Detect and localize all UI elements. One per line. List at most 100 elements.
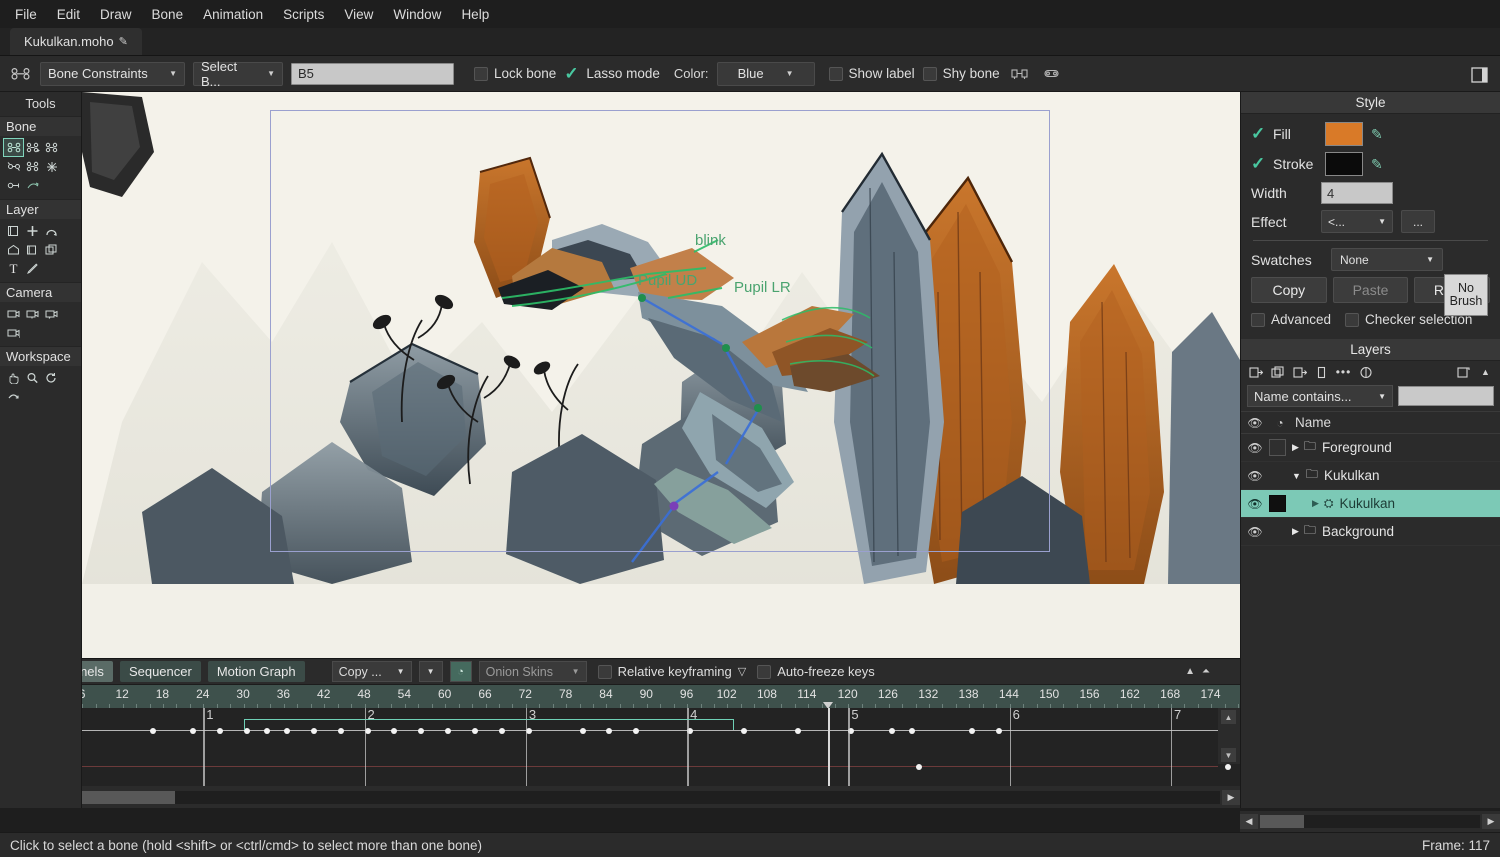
offset-bone-icon[interactable] xyxy=(42,158,61,175)
duplicate-layer-icon[interactable] xyxy=(1269,364,1286,380)
bone-constraints-combo[interactable]: Bone Constraints ▼ xyxy=(40,62,185,86)
text-icon[interactable]: T xyxy=(4,260,23,277)
bone-flexi-icon[interactable] xyxy=(1008,63,1032,85)
menu-item-bone[interactable]: Bone xyxy=(143,3,193,26)
stroke-checkbox[interactable]: ✓ Stroke xyxy=(1251,156,1317,172)
orbit-icon[interactable] xyxy=(4,388,23,405)
keyframe-marker[interactable] xyxy=(916,764,922,770)
pan-hand-icon[interactable] xyxy=(4,369,23,386)
rotate-icon[interactable] xyxy=(42,369,61,386)
delete-layer-icon[interactable] xyxy=(1313,364,1330,380)
scroll-up-icon[interactable]: ▲ xyxy=(1221,710,1236,724)
swatches-combo[interactable]: None ▼ xyxy=(1331,248,1443,271)
add-bone-icon[interactable] xyxy=(23,139,42,156)
layer-row-background-3[interactable]: 👁▶🗀Background xyxy=(1241,518,1500,546)
layers-scrollbar-thumb[interactable] xyxy=(1260,815,1304,828)
collapse-up-icon[interactable]: ▲ xyxy=(1185,666,1195,677)
layers-scrollbar[interactable] xyxy=(1260,815,1480,828)
collapse-icon[interactable]: ▲ xyxy=(1477,364,1494,380)
interpolation-icon[interactable]: ◔ xyxy=(450,661,472,682)
menu-item-view[interactable]: View xyxy=(335,3,382,26)
copy-button[interactable]: Copy xyxy=(1251,277,1327,303)
layers-scroll-left-icon[interactable]: ◀ xyxy=(1240,814,1258,829)
channel-track-area[interactable]: 01234567 xyxy=(50,708,1218,786)
bone-link-icon[interactable] xyxy=(1040,63,1064,85)
relative-keyframing-checkbox[interactable]: Relative keyframing ▽ xyxy=(598,664,747,679)
timeline-ruler[interactable]: ⤢ 06121824303642485460667278849096102108… xyxy=(0,685,1240,708)
layer-visibility-icon[interactable]: 👁 xyxy=(1241,441,1269,455)
layer-search-input[interactable] xyxy=(1398,386,1494,406)
scroll-right-icon[interactable]: ▶ xyxy=(1222,790,1240,805)
stroke-color-swatch[interactable] xyxy=(1325,152,1363,176)
keyframe-marker[interactable] xyxy=(996,728,1002,734)
reparent-bone-icon[interactable] xyxy=(42,139,61,156)
chevron-right-icon[interactable]: ▶ xyxy=(1292,442,1299,453)
menu-item-window[interactable]: Window xyxy=(384,3,450,26)
selected-keyframe-range[interactable] xyxy=(244,719,735,730)
effect-more-button[interactable]: ... xyxy=(1401,210,1435,233)
paste-button[interactable]: Paste xyxy=(1333,277,1409,303)
no-brush-button[interactable]: No Brush xyxy=(1444,274,1488,316)
eyedropper-icon[interactable]: ✎ xyxy=(1371,156,1383,173)
timeline-playhead[interactable] xyxy=(828,708,830,786)
layer-scale-icon[interactable] xyxy=(23,241,42,258)
bind-layer-icon[interactable] xyxy=(4,177,23,194)
keyframe-marker[interactable] xyxy=(741,728,747,734)
keyframe-marker[interactable] xyxy=(190,728,196,734)
onion-skins-combo[interactable]: Onion Skins ▼ xyxy=(479,661,587,682)
freehand-icon[interactable] xyxy=(23,260,42,277)
relative-key-icon[interactable]: ▽ xyxy=(738,665,746,678)
document-tab-kukulkan[interactable]: Kukulkan.moho ✎ xyxy=(10,28,142,55)
advanced-checkbox[interactable]: Advanced xyxy=(1251,312,1331,327)
keyframe-marker[interactable] xyxy=(889,728,895,734)
menu-item-file[interactable]: File xyxy=(6,3,46,26)
bone-strength-icon[interactable] xyxy=(4,158,23,175)
keyframe-marker[interactable] xyxy=(1225,764,1231,770)
layer-visibility-icon[interactable]: 👁 xyxy=(1241,497,1269,511)
menu-item-animation[interactable]: Animation xyxy=(194,3,272,26)
lock-bone-checkbox[interactable]: Lock bone xyxy=(474,66,556,81)
shape-icon[interactable] xyxy=(4,241,23,258)
new-layer-icon[interactable] xyxy=(1247,364,1264,380)
menu-item-help[interactable]: Help xyxy=(452,3,498,26)
chevron-right-icon[interactable]: ▶ xyxy=(1312,498,1319,509)
scroll-down-icon[interactable]: ▼ xyxy=(1221,748,1236,762)
chevron-right-icon[interactable]: ▶ xyxy=(1292,526,1299,537)
manipulate-bone-icon[interactable] xyxy=(23,158,42,175)
layer-visibility-icon[interactable]: 👁 xyxy=(1241,469,1269,483)
bone-tool-icon[interactable] xyxy=(8,63,32,85)
fill-color-swatch[interactable] xyxy=(1325,122,1363,146)
more-options-icon[interactable]: ••• xyxy=(1335,364,1352,380)
bind-points-icon[interactable] xyxy=(23,177,42,194)
layer-row-kukulkan-1[interactable]: 👁▼🗀Kukulkan xyxy=(1241,462,1500,490)
copy-combo[interactable]: Copy ... ▼ xyxy=(332,661,412,682)
bone-name-input[interactable]: B5 xyxy=(291,63,454,85)
camera-roll-icon[interactable] xyxy=(42,305,61,322)
bone-color-combo[interactable]: Blue ▼ xyxy=(717,62,815,86)
tab-sequencer[interactable]: Sequencer xyxy=(120,661,201,682)
menu-item-scripts[interactable]: Scripts xyxy=(274,3,333,26)
keyframe-marker[interactable] xyxy=(795,728,801,734)
layer-visibility-icon[interactable]: 👁 xyxy=(1241,525,1269,539)
keyframe-marker[interactable] xyxy=(150,728,156,734)
layer-row-foreground-0[interactable]: 👁▶🗀Foreground xyxy=(1241,434,1500,462)
auto-freeze-checkbox[interactable]: Auto-freeze keys xyxy=(757,664,875,679)
new-window-icon[interactable] xyxy=(1455,364,1472,380)
layer-duplicate-icon[interactable] xyxy=(42,241,61,258)
shy-bone-checkbox[interactable]: Shy bone xyxy=(923,66,1000,81)
show-label-checkbox[interactable]: Show label xyxy=(829,66,915,81)
layer-settings-icon[interactable] xyxy=(1357,364,1374,380)
keyframe-marker[interactable] xyxy=(217,728,223,734)
transform-layer-icon[interactable] xyxy=(4,222,23,239)
zoom-icon[interactable] xyxy=(23,369,42,386)
layers-list[interactable]: 👁▶🗀Foreground👁▼🗀Kukulkan👁▶⛭Kukulkan👁▶🗀Ba… xyxy=(1241,434,1500,546)
canvas-viewport[interactable]: blink Pupil UD Pupil LR xyxy=(82,92,1240,733)
new-group-icon[interactable] xyxy=(1291,364,1308,380)
timeline-vertical-scrollbar[interactable]: ▲ ▼ xyxy=(1218,708,1240,764)
add-point-icon[interactable] xyxy=(23,222,42,239)
curvature-icon[interactable] xyxy=(42,222,61,239)
keyframe-marker[interactable] xyxy=(969,728,975,734)
tab-motion-graph[interactable]: Motion Graph xyxy=(208,661,305,682)
expand-up-icon[interactable]: ⏶ xyxy=(1202,666,1210,677)
camera-track-icon[interactable] xyxy=(4,305,23,322)
